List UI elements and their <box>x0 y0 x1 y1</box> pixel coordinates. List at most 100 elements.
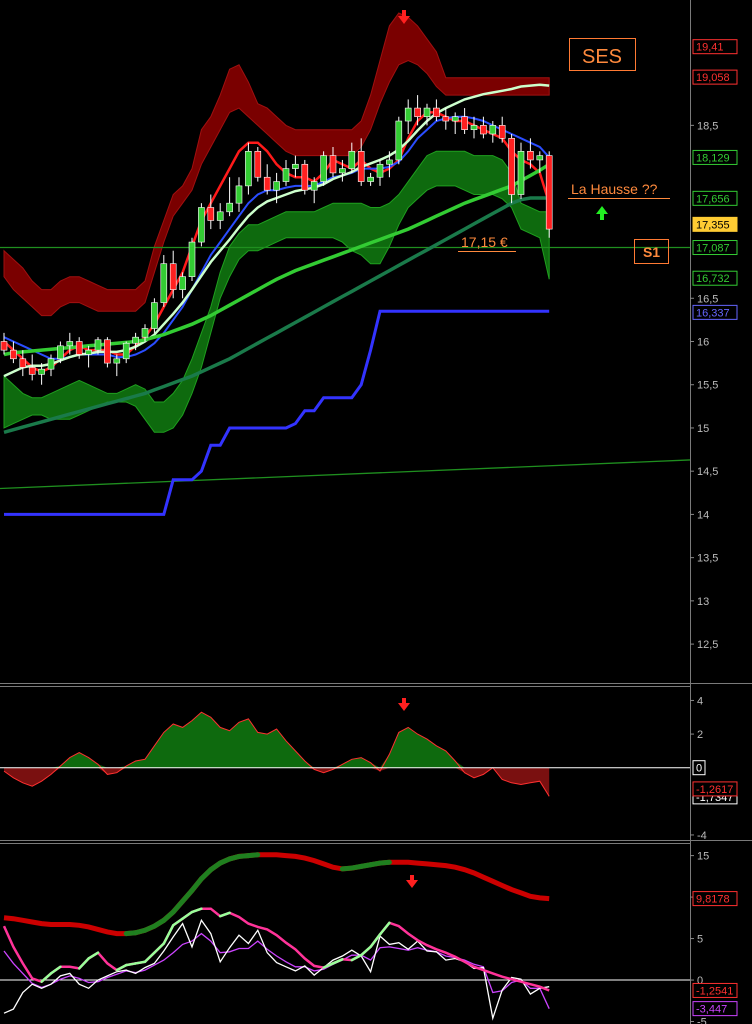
trend-line <box>0 459 691 490</box>
momentum-rising-segment <box>153 942 166 954</box>
candle-body <box>235 185 243 204</box>
momentum-rising-segment <box>359 945 372 957</box>
candle-body <box>226 202 233 213</box>
momentum-tick-label: 15 <box>697 851 709 863</box>
price-tick-label: 13,5 <box>697 553 718 565</box>
candle-body <box>19 358 27 368</box>
momentum-price-tag-label: -1,2541 <box>696 985 733 997</box>
candle-body <box>517 150 525 195</box>
stop-line <box>4 309 550 516</box>
momentum-rising-segment <box>162 924 175 945</box>
momentum-price-tag-label: 9,8178 <box>696 894 730 906</box>
price-price-tag-label: 16,732 <box>696 273 730 285</box>
price-price-tag-label: 19,41 <box>696 42 724 54</box>
candle-body <box>545 155 553 230</box>
price-tick-label: 13 <box>697 596 709 608</box>
candle-body <box>122 342 130 360</box>
candle-body <box>85 349 92 355</box>
candle-body <box>179 276 186 290</box>
candle-body <box>160 263 168 303</box>
momentum-rising-segment <box>190 907 203 914</box>
envelope-bands <box>3 12 550 433</box>
oscillator-negative-area <box>4 767 550 797</box>
candle-body <box>75 341 83 355</box>
candle-body <box>104 339 111 364</box>
price-tick-label: 18,5 <box>697 120 718 132</box>
candle-body <box>263 176 271 191</box>
candle-body <box>245 150 252 187</box>
oscillator-positive-area <box>4 712 550 768</box>
candle-body <box>498 125 506 139</box>
momentum-price-tag-label: -3,447 <box>696 1004 727 1016</box>
candle-body <box>404 107 412 122</box>
candle-body <box>292 163 299 169</box>
candle-body <box>367 176 374 182</box>
momentum-rising-segment <box>181 910 194 920</box>
candle-body <box>169 263 177 290</box>
s1-label: S1 <box>643 244 660 260</box>
candle-body <box>0 341 8 351</box>
oscillator-panel: 42-40-1,7347-1,2617 <box>0 695 738 842</box>
price-tick-label: 12,5 <box>697 639 718 651</box>
price-note: 17,15 € <box>461 234 508 250</box>
price-price-tag-label: 18,129 <box>696 152 730 164</box>
candle-body <box>329 155 337 174</box>
candle-body <box>198 207 205 243</box>
candle-body <box>132 336 139 344</box>
candle-body <box>395 120 403 161</box>
price-tick-label: 16 <box>697 337 709 349</box>
candle-body <box>442 116 450 122</box>
candle-body <box>216 211 224 221</box>
candle-body <box>188 241 196 277</box>
candle-body <box>461 116 468 130</box>
candle-body <box>508 138 515 195</box>
momentum-rising-segment <box>115 963 128 972</box>
sell-arrow-momentum <box>406 875 418 888</box>
oscillator-tick-label: 4 <box>697 695 703 707</box>
price-tick-label: 14,5 <box>697 466 718 478</box>
candle-body <box>414 107 421 118</box>
candle-body <box>433 107 440 118</box>
price-tick-label: 14 <box>697 509 709 521</box>
candle-body <box>423 107 431 118</box>
candle-body <box>282 168 290 182</box>
candle-body <box>376 163 384 178</box>
candle-body <box>28 367 36 375</box>
price-price-tag-label: 17,087 <box>696 243 730 255</box>
candle-body <box>38 368 45 375</box>
momentum-rising-segment <box>350 953 363 962</box>
la-hausse-note: La Hausse ?? <box>571 181 658 197</box>
momentum-rising-segment <box>245 852 261 859</box>
momentum-line <box>2 907 550 992</box>
stock-chart: 18,5 16,5 16 15,5 15 14,5 14 13,5 13 12,5 19,41 19,… <box>0 0 752 1024</box>
candle-body <box>301 163 309 191</box>
momentum-rising-segment <box>87 951 100 960</box>
price-axis: 18,5 16,5 16 15,5 15 14,5 14 13,5 13 12,5 19,41 19,… <box>690 39 738 651</box>
candle-body <box>339 168 346 174</box>
candle-body <box>386 159 393 165</box>
oscillator-zero-label: 0 <box>696 763 702 775</box>
price-price-tag-label: 17,355 <box>696 219 730 231</box>
candle-body <box>141 328 149 338</box>
candle-body <box>273 181 280 191</box>
candle-body <box>66 341 74 347</box>
candle-body <box>357 150 365 182</box>
candle-body <box>527 150 534 161</box>
oscillator-tick-label: 2 <box>697 729 703 741</box>
momentum-line <box>3 932 550 1009</box>
candle-body <box>489 125 497 135</box>
oscillator-tick-label: -4 <box>697 830 707 842</box>
price-tick-label: 15 <box>697 423 709 435</box>
momentum-panel: 151050-59,8178-1,2541-3,447 <box>0 851 738 1024</box>
momentum-rising-segment <box>124 962 137 967</box>
ses-label-box: SES <box>569 38 636 71</box>
momentum-rising-segment <box>378 921 391 936</box>
momentum-rising-segment <box>77 957 90 970</box>
momentum-tick-label: -5 <box>697 1017 707 1024</box>
candle-body <box>320 155 327 182</box>
momentum-line <box>3 852 550 937</box>
momentum-tick-label: 5 <box>697 934 703 946</box>
candle-body <box>10 349 17 360</box>
candle-body <box>470 125 478 130</box>
price-tick-label: 15,5 <box>697 380 718 392</box>
